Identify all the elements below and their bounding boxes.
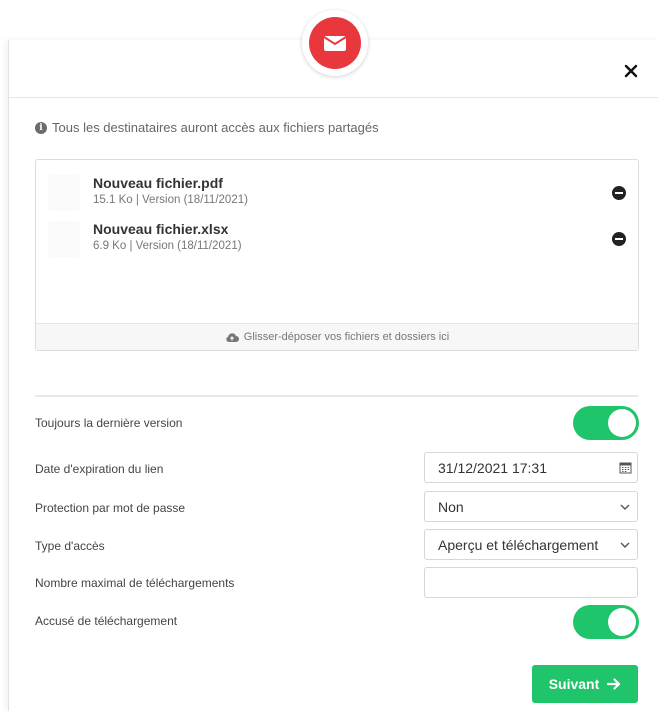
file-item: Nouveau fichier.pdf 15.1 Ko | Version (1… — [36, 175, 638, 215]
file-thumbnail — [48, 221, 80, 257]
close-button[interactable] — [618, 58, 644, 84]
max-downloads-label: Nombre maximal de téléchargements — [35, 576, 235, 590]
file-meta: 6.9 Ko | Version (18/11/2021) — [93, 240, 242, 252]
remove-file-button[interactable] — [612, 232, 626, 246]
download-receipt-label: Accusé de téléchargement — [35, 614, 178, 628]
cloud-upload-icon — [226, 332, 239, 342]
info-icon: i — [35, 121, 47, 134]
file-name: Nouveau fichier.xlsx — [93, 221, 229, 237]
latest-version-label: Toujours la dernière version — [35, 416, 183, 430]
arrow-right-icon — [607, 678, 621, 690]
expiration-date-field[interactable]: 31/12/2021 17:31 — [424, 452, 638, 483]
file-item: Nouveau fichier.xlsx 6.9 Ko | Version (1… — [36, 221, 638, 261]
share-dialog — [8, 40, 658, 711]
password-label: Protection par mot de passe — [35, 501, 186, 515]
access-type-value: Aperçu et téléchargement — [438, 536, 599, 553]
next-button[interactable]: Suivant — [532, 665, 638, 703]
chevron-down-icon — [613, 504, 637, 510]
drop-zone[interactable]: Glisser-déposer vos fichiers et dossiers… — [36, 323, 638, 350]
chevron-down-icon — [613, 542, 637, 548]
access-type-label: Type d'accès — [35, 539, 105, 553]
download-receipt-toggle[interactable] — [573, 605, 639, 639]
drop-zone-text: Glisser-déposer vos fichiers et dossiers… — [243, 331, 450, 343]
remove-file-button[interactable] — [612, 186, 626, 200]
info-text: Tous les destinataires auront accès aux … — [52, 120, 379, 135]
expiration-label: Date d'expiration du lien — [35, 462, 164, 476]
latest-version-toggle[interactable] — [573, 406, 639, 440]
max-downloads-input[interactable] — [424, 567, 638, 598]
mail-badge — [302, 10, 368, 76]
info-message: i Tous les destinataires auront accès au… — [35, 120, 379, 135]
expiration-date-value: 31/12/2021 17:31 — [438, 459, 547, 476]
file-thumbnail — [48, 175, 80, 211]
next-button-label: Suivant — [548, 676, 600, 692]
close-icon — [624, 64, 638, 78]
calendar-icon[interactable] — [613, 461, 637, 474]
file-meta: 15.1 Ko | Version (18/11/2021) — [93, 194, 248, 206]
password-select[interactable]: Non — [424, 491, 638, 522]
password-select-value: Non — [438, 498, 464, 515]
section-divider — [35, 395, 638, 397]
header-divider — [8, 97, 658, 98]
file-list: Nouveau fichier.pdf 15.1 Ko | Version (1… — [35, 159, 639, 351]
file-name: Nouveau fichier.pdf — [93, 175, 223, 191]
access-type-select[interactable]: Aperçu et téléchargement — [424, 529, 638, 560]
envelope-icon — [309, 17, 361, 69]
